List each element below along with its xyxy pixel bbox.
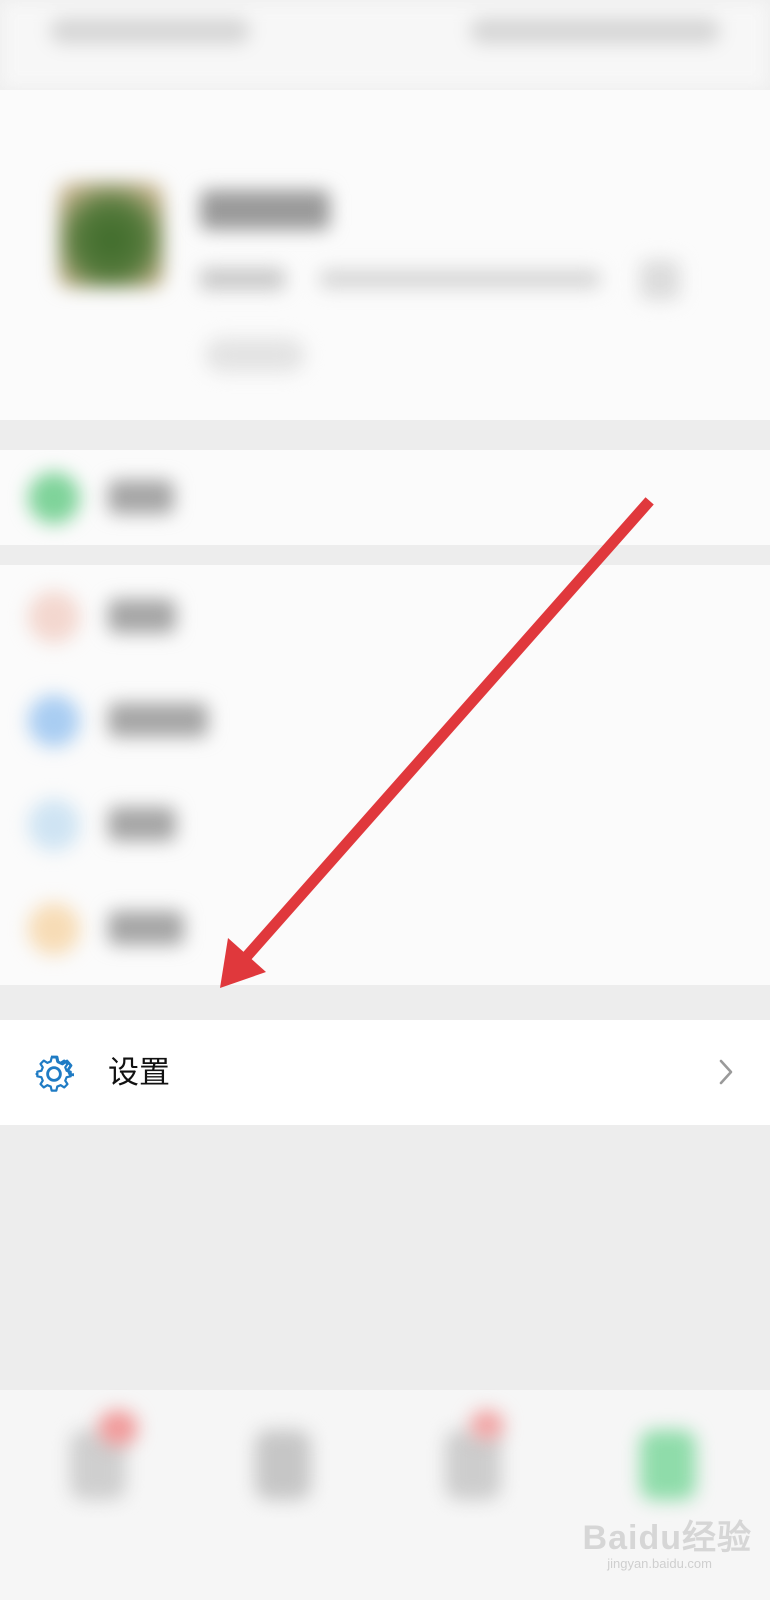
menu-row-stickers-label [108, 911, 184, 945]
baidu-watermark: Baidu经验 jingyan.baidu.com [562, 1510, 752, 1580]
status-bar-right [470, 18, 720, 44]
menu-row-cards-label [108, 807, 176, 841]
cards-icon [28, 799, 80, 851]
avatar[interactable] [58, 182, 164, 288]
profile-id-value [320, 270, 600, 288]
menu-row-favorites-label [108, 599, 176, 633]
tab-chats-badge [98, 1410, 138, 1446]
qr-code-icon[interactable] [640, 260, 680, 300]
settings-row[interactable]: 设置 [0, 1020, 770, 1125]
tab-contacts[interactable] [255, 1430, 311, 1500]
profile-id-label [200, 268, 285, 290]
menu-group [0, 565, 770, 985]
gear-icon [35, 1055, 74, 1092]
status-bar [0, 0, 770, 90]
moments-icon [28, 695, 80, 747]
tab-discover-badge [470, 1410, 504, 1440]
pay-icon [28, 472, 80, 524]
watermark-url: jingyan.baidu.com [607, 1556, 712, 1571]
settings-label: 设置 [108, 1055, 170, 1091]
stickers-icon [28, 903, 80, 955]
status-button[interactable] [205, 338, 305, 372]
tab-me[interactable] [640, 1430, 696, 1500]
menu-row-pay-label [108, 480, 174, 514]
watermark-main: Baidu经验 [582, 1519, 752, 1557]
status-bar-left [50, 18, 250, 44]
menu-row-moments-label [108, 703, 208, 737]
tab-discover[interactable] [445, 1430, 501, 1500]
profile-header[interactable] [0, 90, 770, 420]
menu-row-pay[interactable] [0, 450, 770, 545]
favorites-icon [28, 591, 80, 643]
chevron-right-icon [719, 1059, 733, 1085]
profile-name [200, 190, 330, 230]
